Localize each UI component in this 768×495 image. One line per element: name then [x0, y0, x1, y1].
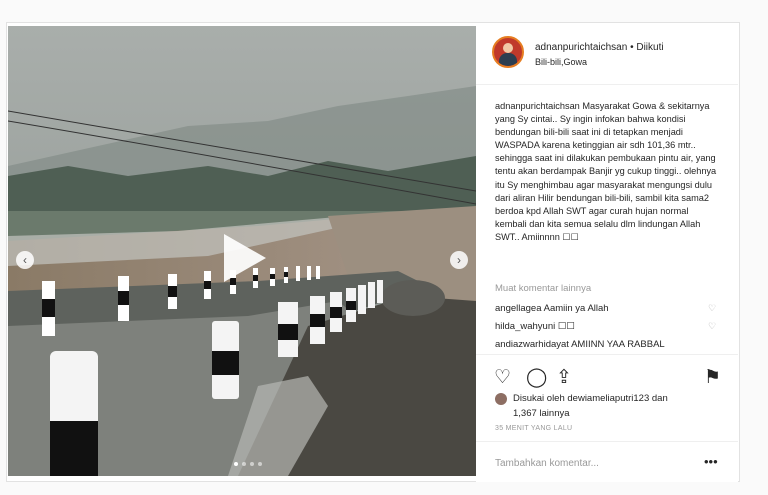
carousel-indicator	[234, 462, 262, 466]
post-actions: ♡ ◯ ⇪ ⚑ Disukai oleh dewiameliaputri123 …	[476, 354, 738, 482]
avatar-body	[499, 53, 517, 66]
comment-text: Aamiin ya Allah	[543, 303, 609, 314]
comment-text: AMIINN YAA RABBAL	[571, 339, 665, 350]
username[interactable]: adnanpurichtaichsan	[535, 42, 627, 53]
carousel-dot	[242, 462, 246, 466]
follow-status[interactable]: • Diikuti	[630, 42, 664, 53]
carousel-dot	[258, 462, 262, 466]
post-video[interactable]: ‹ ›	[8, 26, 476, 476]
likes-summary: Disukai oleh dewiameliaputri123 dan 1,36…	[495, 391, 710, 421]
avatar-face	[503, 43, 513, 53]
comment-bubble-icon[interactable]: ◯	[526, 366, 547, 389]
post-caption: adnanpurichtaichsan Masyarakat Gowa & se…	[495, 100, 721, 244]
liked-by-user[interactable]: dewiameliaputri123	[567, 393, 649, 404]
post-header: adnanpurichtaichsan • Diikuti Bili-bili,…	[476, 26, 738, 85]
add-comment-input[interactable]: Tambahkan komentar...	[495, 458, 599, 469]
comment-username[interactable]: andiazwarhidayat	[495, 339, 569, 350]
comment-text: ☐☐	[557, 321, 575, 332]
carousel-dot	[250, 462, 254, 466]
bookmark-icon[interactable]: ⚑	[704, 366, 721, 389]
comment-username[interactable]: angellagea	[495, 303, 542, 314]
liked-by-suffix: dan	[651, 393, 668, 404]
play-icon[interactable]	[224, 234, 266, 282]
likes-count[interactable]: 1,367 lainnya	[513, 408, 570, 419]
avatar[interactable]	[492, 36, 524, 68]
username-link[interactable]: adnanpurichtaichsan • Diikuti	[535, 42, 664, 53]
liked-by-prefix: Disukai oleh	[513, 393, 565, 404]
caption-text: Masyarakat Gowa & sekitarnya yang Sy cin…	[495, 101, 717, 242]
post-timestamp[interactable]: 35 MENIT YANG LALU	[495, 425, 572, 432]
carousel-dot	[234, 462, 238, 466]
load-more-comments[interactable]: Muat komentar lainnya	[495, 283, 591, 294]
share-icon[interactable]: ⇪	[556, 366, 572, 389]
comment-username[interactable]: hilda_wahyuni	[495, 321, 555, 332]
location-link[interactable]: Bili-bili,Gowa	[535, 57, 587, 67]
comment-item: hilda_wahyuni ☐☐	[495, 321, 705, 332]
post-side-panel: adnanpurichtaichsan • Diikuti Bili-bili,…	[476, 26, 738, 482]
caption-username[interactable]: adnanpurichtaichsan	[495, 101, 580, 111]
comment-like-heart-icon[interactable]: ♡	[708, 303, 716, 314]
add-comment-bar: Tambahkan komentar... •••	[476, 441, 738, 482]
comment-item: andiazwarhidayat AMIINN YAA RABBAL	[495, 339, 705, 350]
chevron-left-icon[interactable]: ‹	[16, 251, 34, 269]
comment-like-heart-icon[interactable]: ♡	[708, 321, 716, 332]
comment-item: angellagea Aamiin ya Allah	[495, 303, 705, 314]
chevron-right-icon[interactable]: ›	[450, 251, 468, 269]
like-heart-icon[interactable]: ♡	[494, 366, 511, 389]
more-options-icon[interactable]: •••	[704, 454, 718, 469]
